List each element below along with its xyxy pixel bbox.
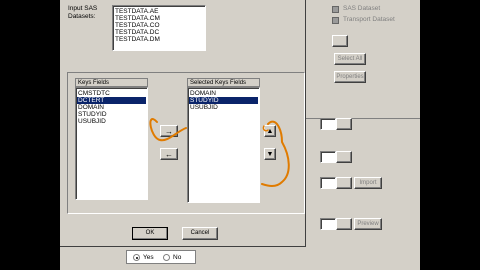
annotation-overlay: [149, 118, 290, 187]
annotation-curve-left: [149, 118, 187, 142]
annotation-scribble: [262, 125, 269, 132]
